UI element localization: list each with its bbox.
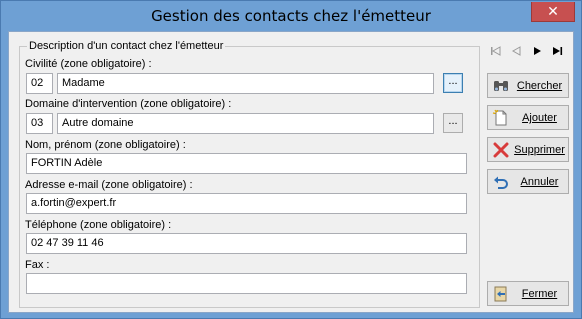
email-field[interactable]: a.fortin@expert.fr: [26, 193, 467, 214]
last-record-icon[interactable]: [550, 44, 564, 58]
window-title: Gestion des contacts chez l'émetteur: [151, 7, 431, 25]
groupbox-legend: Description d'un contact chez l'émetteur: [27, 40, 226, 53]
close-dialog-button[interactable]: Fermer: [487, 281, 569, 306]
civilite-field[interactable]: Madame: [57, 73, 434, 94]
domaine-code-field[interactable]: 03: [26, 113, 53, 134]
cancel-button[interactable]: Annuler: [487, 169, 569, 194]
add-button-label: Ajouter: [522, 112, 557, 124]
exit-door-icon: [492, 285, 510, 303]
civilite-code-field[interactable]: 02: [26, 73, 53, 94]
previous-record-icon[interactable]: [509, 44, 523, 58]
dialog-window: Gestion des contacts chez l'émetteur ✕ D…: [0, 0, 582, 319]
nom-label: Nom, prénom (zone obligatoire) :: [25, 139, 186, 151]
delete-x-icon: [492, 141, 510, 159]
search-button[interactable]: Chercher: [487, 73, 569, 98]
close-dialog-button-label: Fermer: [521, 288, 558, 300]
domaine-field[interactable]: Autre domaine: [57, 113, 434, 134]
add-button[interactable]: Ajouter: [487, 105, 569, 130]
dialog-body: Description d'un contact chez l'émetteur…: [8, 31, 574, 313]
delete-button-label: Supprimer: [514, 144, 565, 156]
telephone-label: Téléphone (zone obligatoire) :: [25, 219, 172, 231]
undo-icon: [492, 173, 510, 191]
civilite-lookup-button[interactable]: ...: [443, 73, 463, 93]
delete-button[interactable]: Supprimer: [487, 137, 569, 162]
title-bar[interactable]: Gestion des contacts chez l'émetteur ✕: [1, 1, 581, 31]
close-button[interactable]: ✕: [531, 2, 575, 22]
domaine-lookup-button[interactable]: ...: [443, 113, 463, 133]
first-record-icon[interactable]: [489, 44, 503, 58]
fax-field[interactable]: [26, 273, 467, 294]
cancel-button-label: Annuler: [520, 176, 559, 188]
fax-label: Fax :: [25, 259, 50, 271]
next-record-icon[interactable]: [530, 44, 544, 58]
search-button-label: Chercher: [516, 80, 563, 92]
domaine-label: Domaine d'intervention (zone obligatoire…: [25, 98, 232, 110]
contact-groupbox: Description d'un contact chez l'émetteur…: [19, 40, 480, 308]
nom-field[interactable]: FORTIN Adèle: [26, 153, 467, 174]
telephone-field[interactable]: 02 47 39 11 46: [26, 233, 467, 254]
binoculars-icon: [492, 77, 510, 95]
email-label: Adresse e-mail (zone obligatoire) :: [25, 179, 193, 191]
civilite-label: Civilité (zone obligatoire) :: [25, 58, 152, 70]
new-document-icon: [492, 109, 510, 127]
